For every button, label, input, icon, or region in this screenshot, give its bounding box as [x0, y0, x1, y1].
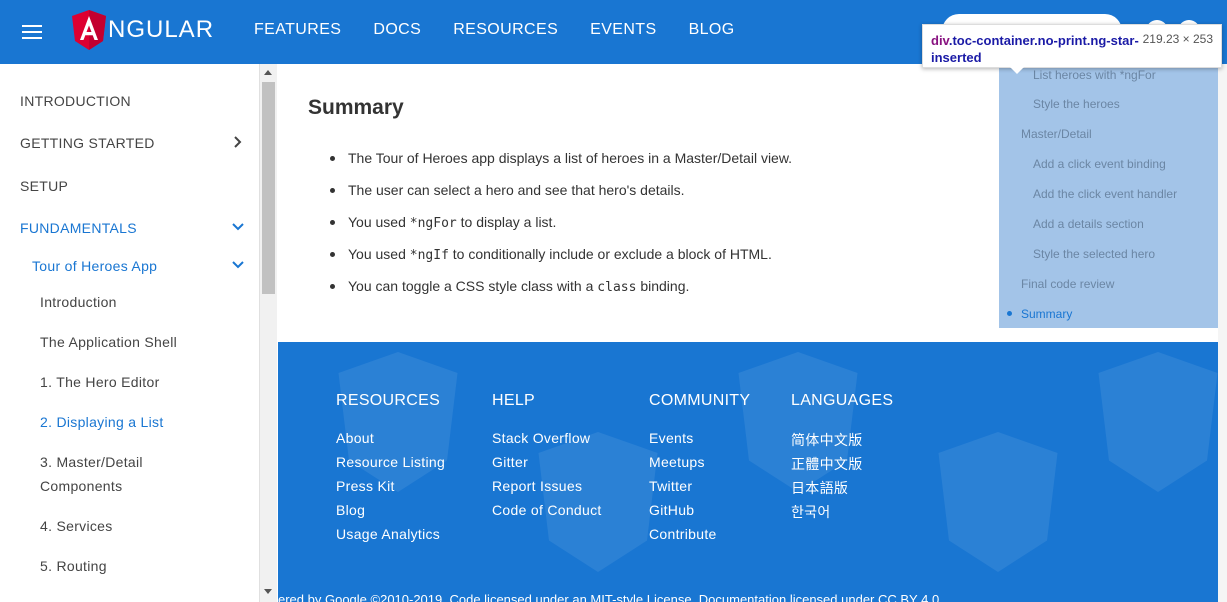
footer-heading: LANGUAGES: [791, 392, 894, 409]
footer-heading: HELP: [492, 392, 535, 409]
footer-link[interactable]: Blog: [336, 502, 445, 526]
nav-blog[interactable]: BLOG: [689, 21, 735, 39]
sidebar-item-getting-started[interactable]: GETTING STARTED: [20, 135, 155, 151]
angular-logo[interactable]: NGULAR: [72, 10, 214, 50]
sidebar-item-routing[interactable]: 5. Routing: [40, 558, 107, 574]
bullet-text: You used: [348, 246, 410, 262]
sidebar-item-application-shell[interactable]: The Application Shell: [40, 334, 177, 350]
bullet-text: binding.: [636, 278, 690, 294]
angular-watermark-icon: [1098, 352, 1218, 492]
bullet-text: to display a list.: [456, 214, 557, 230]
footer-link[interactable]: Meetups: [649, 454, 750, 478]
sidebar-item-toh-introduction[interactable]: Introduction: [40, 294, 117, 310]
sidebar-item-master-detail[interactable]: 3. Master/Detail: [40, 454, 143, 470]
tooltip-arrow: [1010, 67, 1024, 74]
list-item: The user can select a hero and see that …: [330, 182, 890, 214]
bullet-text: The Tour of Heroes app displays a list o…: [348, 150, 793, 166]
toc-item[interactable]: Style the heroes: [1033, 97, 1120, 111]
toc-active-dot-icon: [1007, 311, 1012, 316]
logo-text: NGULAR: [108, 16, 215, 43]
footer-link[interactable]: 简体中文版: [791, 430, 893, 454]
chevron-down-icon[interactable]: [231, 220, 245, 234]
toc-item[interactable]: Final code review: [1021, 277, 1114, 291]
footer-column-help: HELP Stack Overflow Gitter Report Issues…: [492, 392, 602, 526]
scrollbar-thumb[interactable]: [262, 82, 275, 294]
chevron-down-icon[interactable]: [231, 258, 245, 272]
tooltip-selector: .toc-container.no-print.ng-star-inserted: [931, 33, 1139, 65]
page-scrollbar[interactable]: [1218, 64, 1227, 602]
list-item: You used *ngFor to display a list.: [330, 214, 890, 246]
list-item: The Tour of Heroes app displays a list o…: [330, 150, 890, 182]
sidebar-item-hero-editor[interactable]: 1. The Hero Editor: [40, 374, 160, 390]
list-item: You can toggle a CSS style class with a …: [330, 278, 890, 310]
footer-heading: COMMUNITY: [649, 392, 751, 409]
footer-column-community: COMMUNITY Events Meetups Twitter GitHub …: [649, 392, 750, 550]
inline-code: *ngIf: [409, 248, 449, 263]
sidebar-scrollbar[interactable]: [260, 64, 277, 602]
angular-watermark-icon: [938, 432, 1058, 572]
inline-code: *ngFor: [409, 216, 457, 231]
footer-link[interactable]: Gitter: [492, 454, 602, 478]
footer-link[interactable]: 한국어: [791, 502, 893, 526]
bullet-text: The user can select a hero and see that …: [348, 182, 685, 198]
inline-code: class: [597, 280, 637, 295]
footer-link[interactable]: Report Issues: [492, 478, 602, 502]
toc-item[interactable]: Style the selected hero: [1033, 247, 1155, 261]
main-nav: FEATURES DOCS RESOURCES EVENTS BLOG: [254, 21, 767, 39]
sidebar-item-setup[interactable]: SETUP: [20, 178, 68, 194]
footer: RESOURCES About Resource Listing Press K…: [278, 342, 1218, 602]
sidebar-nav: INTRODUCTION GETTING STARTED SETUP FUNDA…: [0, 64, 260, 602]
footer-link[interactable]: Code of Conduct: [492, 502, 602, 526]
toc-item-active[interactable]: Summary: [1021, 307, 1072, 321]
footer-heading: RESOURCES: [336, 392, 441, 409]
toc-item[interactable]: Master/Detail: [1021, 127, 1092, 141]
footer-link[interactable]: 正體中文版: [791, 454, 893, 478]
bullet-text: You used: [348, 214, 410, 230]
footer-link[interactable]: Stack Overflow: [492, 430, 602, 454]
scroll-down-arrow-icon[interactable]: [264, 589, 272, 594]
bullet-text: You can toggle a CSS style class with a: [348, 278, 598, 294]
nav-features[interactable]: FEATURES: [254, 21, 341, 39]
footer-link[interactable]: Events: [649, 430, 750, 454]
nav-resources[interactable]: RESOURCES: [453, 21, 558, 39]
sidebar-item-master-detail-line2[interactable]: Components: [40, 478, 122, 494]
page-section-title: Summary: [308, 96, 404, 119]
nav-docs[interactable]: DOCS: [373, 21, 421, 39]
footer-link[interactable]: Usage Analytics: [336, 526, 445, 550]
sidebar-item-introduction[interactable]: INTRODUCTION: [20, 93, 131, 109]
menu-icon[interactable]: [22, 25, 42, 39]
toc-item[interactable]: Add a details section: [1033, 217, 1144, 231]
tooltip-dimensions: 219.23 × 253: [1142, 32, 1213, 46]
sidebar-item-fundamentals[interactable]: FUNDAMENTALS: [20, 220, 137, 236]
nav-events[interactable]: EVENTS: [590, 21, 656, 39]
devtools-inspect-tooltip: div.toc-container.no-print.ng-star-inser…: [922, 24, 1222, 68]
footer-link[interactable]: GitHub: [649, 502, 750, 526]
sidebar-item-displaying-list[interactable]: 2. Displaying a List: [40, 414, 164, 430]
tooltip-tag: div: [931, 33, 949, 48]
scroll-up-arrow-icon[interactable]: [264, 70, 272, 75]
footer-link[interactable]: Contribute: [649, 526, 750, 550]
footer-column-languages: LANGUAGES 简体中文版 正體中文版 日本語版 한국어: [791, 392, 893, 526]
chevron-right-icon[interactable]: [231, 135, 245, 149]
footer-link[interactable]: Twitter: [649, 478, 750, 502]
toc-item[interactable]: Add a click event binding: [1033, 157, 1166, 171]
toc-item[interactable]: Add the click event handler: [1033, 187, 1177, 201]
footer-link[interactable]: About: [336, 430, 445, 454]
sidebar-item-services[interactable]: 4. Services: [40, 518, 113, 534]
footer-link[interactable]: 日本語版: [791, 478, 893, 502]
summary-list: The Tour of Heroes app displays a list o…: [330, 150, 890, 310]
sidebar-item-tour-of-heroes[interactable]: Tour of Heroes App: [32, 258, 157, 274]
angular-shield-icon: [72, 10, 106, 50]
footer-copyright: ered by Google ©2010-2019. Code licensed…: [278, 592, 943, 602]
list-item: You used *ngIf to conditionally include …: [330, 246, 890, 278]
footer-column-resources: RESOURCES About Resource Listing Press K…: [336, 392, 445, 550]
footer-link[interactable]: Resource Listing: [336, 454, 445, 478]
bullet-text: to conditionally include or exclude a bl…: [448, 246, 772, 262]
toc-container: List heroes with *ngFor Style the heroes…: [999, 64, 1218, 328]
toc-item[interactable]: List heroes with *ngFor: [1033, 68, 1156, 82]
footer-link[interactable]: Press Kit: [336, 478, 445, 502]
